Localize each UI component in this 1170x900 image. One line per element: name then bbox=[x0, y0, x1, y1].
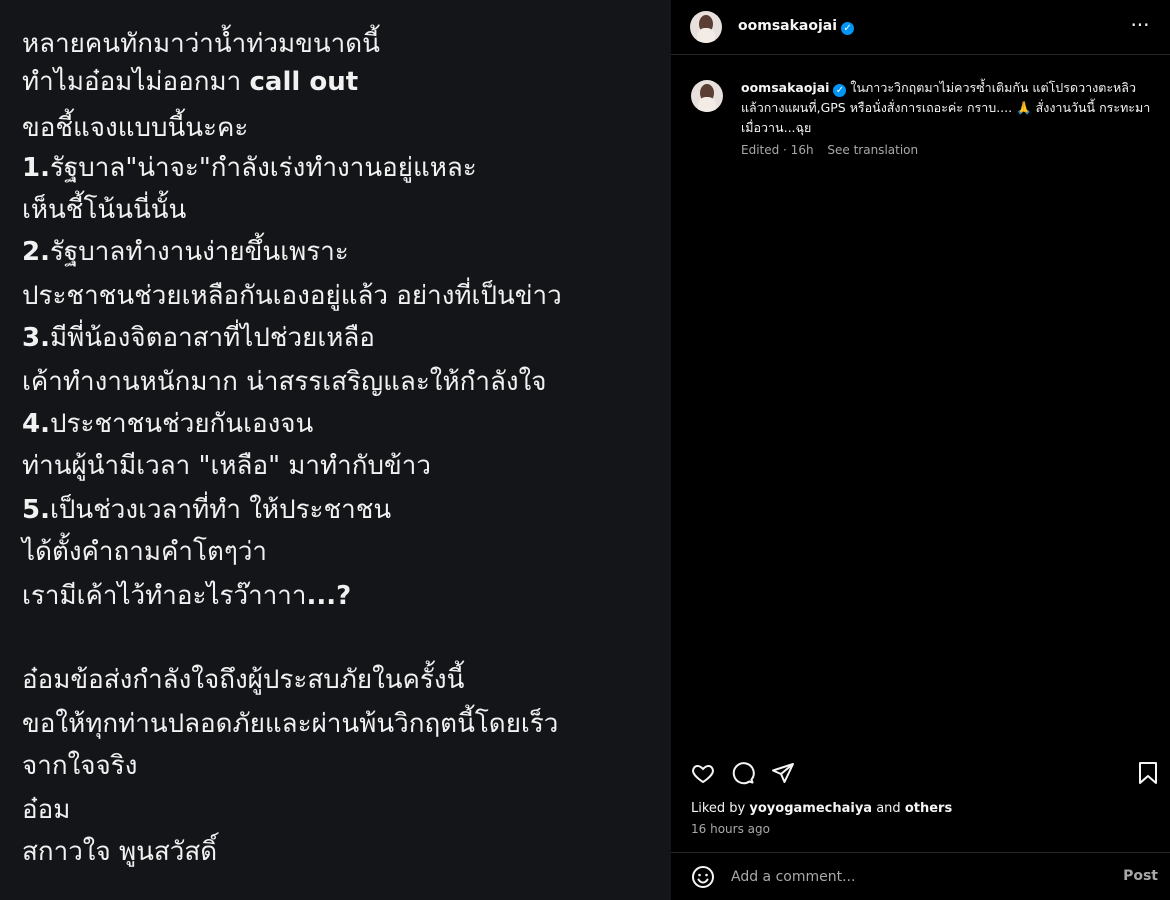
likes-others[interactable]: others bbox=[905, 801, 952, 816]
post-header: oomsakaojai ✓ ··· bbox=[671, 0, 1170, 55]
line-text: สกาวใจ พูนสวัสดิ์ bbox=[22, 837, 218, 867]
image-text-line: จากใจจริง bbox=[22, 750, 137, 782]
caption-text-block: oomsakaojai ✓ ในภาวะวิกฤตมาไม่ควรซ้ำเติมก… bbox=[741, 78, 1151, 138]
header-username[interactable]: oomsakaojai ✓ bbox=[738, 18, 855, 35]
comment-bar: Post bbox=[671, 852, 1170, 900]
line-text: เค้าทำงานหนักมาก น่าสรรเสริญและให้กำลังใ… bbox=[22, 367, 547, 397]
see-translation-link[interactable]: See translation bbox=[827, 143, 918, 157]
image-text-line: อ๋อมข้อส่งกำลังใจถึงผู้ประสบภัยในครั้งนี… bbox=[22, 664, 464, 696]
post-timestamp[interactable]: 16 hours ago bbox=[691, 822, 770, 836]
line-text: เรามีเค้าไว้ทำอะไรว๊าาาา bbox=[22, 581, 307, 611]
image-text-line: 5.เป็นช่วงเวลาที่ทำ ให้ประชาชน bbox=[22, 494, 391, 526]
edited-label: Edited · 16h bbox=[741, 143, 814, 157]
comment-input[interactable] bbox=[729, 865, 1093, 889]
line-text: ได้ตั้งคำถามคำโตๆว่า bbox=[22, 537, 268, 567]
line-text: ทำไมอ๋อมไม่ออกมา bbox=[22, 67, 250, 97]
line-text: ขอชี้แจงแบบนี้นะคะ bbox=[22, 113, 249, 143]
verified-badge-icon: ✓ bbox=[833, 84, 847, 97]
line-number: 2. bbox=[22, 237, 50, 267]
image-text-line: 3.มีพี่น้องจิตอาสาที่ไปช่วยเหลือ bbox=[22, 322, 375, 354]
line-text: หลายคนทักมาว่าน้ำท่วมขนาดนี้ bbox=[22, 29, 380, 59]
image-text-line: เห็นชี้โน้นนี่นั้น bbox=[22, 194, 186, 226]
line-text: ประชาชนช่วยเหลือกันเองอยู่แล้ว อย่างที่เ… bbox=[22, 281, 562, 311]
image-text-line: 1.รัฐบาล"น่าจะ"กำลังเร่งทำงานอยู่แหละ bbox=[22, 152, 477, 184]
line-number: 1. bbox=[22, 153, 50, 183]
line-text: ท่านผู้นำมีเวลา "เหลือ" มาทำกับข้าว bbox=[22, 451, 431, 481]
bookmark-icon[interactable] bbox=[1137, 761, 1159, 785]
image-text-line: อ๋อม bbox=[22, 794, 70, 826]
line-text: อ๋อม bbox=[22, 795, 71, 825]
image-text-line: เค้าทำงานหนักมาก น่าสรรเสริญและให้กำลังใ… bbox=[22, 366, 547, 398]
line-text: รัฐบาลทำงานง่ายขึ้นเพราะ bbox=[49, 237, 349, 267]
likes-and: and bbox=[876, 801, 901, 816]
caption-username[interactable]: oomsakaojai bbox=[741, 80, 829, 95]
image-text-line: หลายคนทักมาว่าน้ำท่วมขนาดนี้ bbox=[22, 28, 380, 60]
likes-summary: Liked by yoyogamechaiya and others bbox=[691, 801, 952, 816]
heart-icon[interactable] bbox=[691, 761, 715, 785]
action-bar bbox=[671, 758, 1170, 788]
avatar[interactable] bbox=[690, 11, 722, 43]
more-options-icon[interactable]: ··· bbox=[1130, 15, 1150, 35]
image-text-line: ขอชี้แจงแบบนี้นะคะ bbox=[22, 112, 248, 144]
line-text: เป็นช่วงเวลาที่ทำ ให้ประชาชน bbox=[49, 495, 392, 525]
share-icon[interactable] bbox=[771, 761, 795, 785]
emoji-icon[interactable] bbox=[691, 865, 715, 889]
line-number: 4. bbox=[22, 409, 50, 439]
line-text: มีพี่น้องจิตอาสาที่ไปช่วยเหลือ bbox=[49, 323, 375, 353]
caption-meta: Edited · 16h See translation bbox=[741, 143, 928, 157]
line-text: ขอให้ทุกท่านปลอดภัยและผ่านพ้นวิกฤตนี้โดย… bbox=[22, 709, 559, 739]
post-image: หลายคนทักมาว่าน้ำท่วมขนาดนี้ทำไมอ๋อมไม่อ… bbox=[0, 0, 671, 900]
likes-prefix: Liked by bbox=[691, 801, 746, 816]
post-side-panel: oomsakaojai ✓ ··· oomsakaojai ✓ ในภาวะวิกฤ… bbox=[671, 0, 1170, 900]
line-text: จากใจจริง bbox=[22, 751, 138, 781]
line-emphasis: ...? bbox=[306, 581, 352, 611]
line-text: รัฐบาล"น่าจะ"กำลังเร่งทำงานอยู่แหละ bbox=[49, 153, 477, 183]
verified-badge-icon: ✓ bbox=[841, 22, 855, 35]
line-emphasis: call out bbox=[249, 67, 359, 97]
likes-user[interactable]: yoyogamechaiya bbox=[749, 801, 872, 816]
line-number: 5. bbox=[22, 495, 50, 525]
image-text-line: ท่านผู้นำมีเวลา "เหลือ" มาทำกับข้าว bbox=[22, 450, 431, 482]
image-text-line: เรามีเค้าไว้ทำอะไรว๊าาาา...? bbox=[22, 580, 351, 612]
comment-icon[interactable] bbox=[731, 761, 755, 785]
caption-avatar[interactable] bbox=[691, 80, 723, 112]
image-text-line: ได้ตั้งคำถามคำโตๆว่า bbox=[22, 536, 267, 568]
image-text-line: ขอให้ทุกท่านปลอดภัยและผ่านพ้นวิกฤตนี้โดย… bbox=[22, 708, 558, 740]
header-username-text[interactable]: oomsakaojai bbox=[738, 18, 837, 34]
line-text: อ๋อมข้อส่งกำลังใจถึงผู้ประสบภัยในครั้งนี… bbox=[22, 665, 465, 695]
image-text-line: 4.ประชาชนช่วยกันเองจน bbox=[22, 408, 313, 440]
image-text-line: ประชาชนช่วยเหลือกันเองอยู่แล้ว อย่างที่เ… bbox=[22, 280, 562, 312]
image-text-line: สกาวใจ พูนสวัสดิ์ bbox=[22, 836, 217, 868]
line-number: 3. bbox=[22, 323, 50, 353]
line-text: ประชาชนช่วยกันเองจน bbox=[49, 409, 314, 439]
post-comment-button[interactable]: Post bbox=[1123, 868, 1158, 884]
line-text: เห็นชี้โน้นนี่นั้น bbox=[22, 195, 187, 225]
image-text-line: 2.รัฐบาลทำงานง่ายขึ้นเพราะ bbox=[22, 236, 349, 268]
image-text-line: ทำไมอ๋อมไม่ออกมา call out bbox=[22, 66, 358, 98]
